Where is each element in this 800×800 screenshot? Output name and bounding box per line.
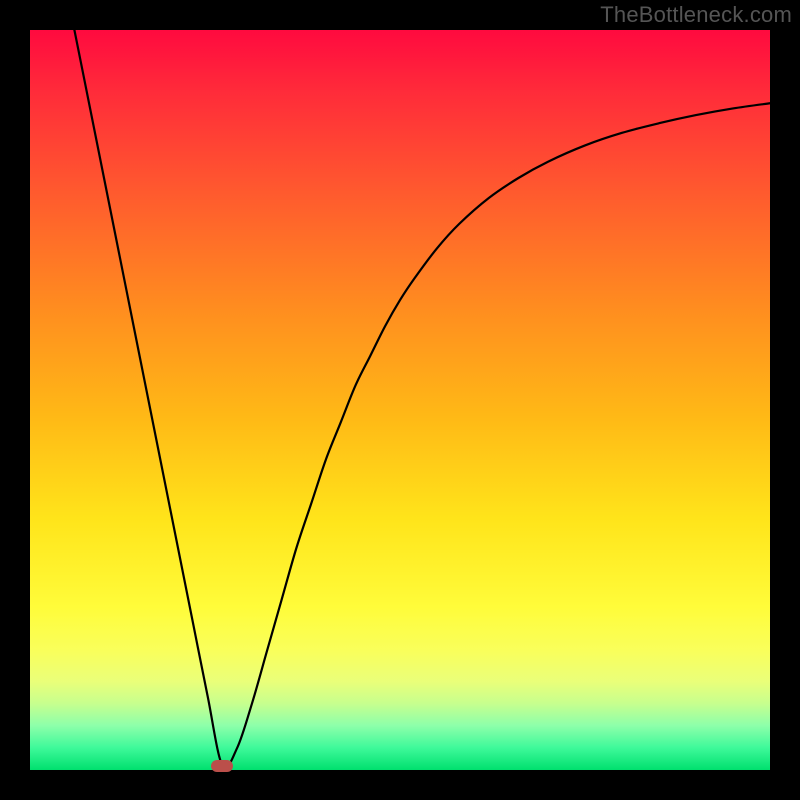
curve-svg — [30, 30, 770, 770]
curve-line — [74, 30, 770, 768]
plot-area — [30, 30, 770, 770]
watermark-text: TheBottleneck.com — [600, 2, 792, 28]
chart-frame: TheBottleneck.com — [0, 0, 800, 800]
minimum-marker — [211, 760, 233, 772]
